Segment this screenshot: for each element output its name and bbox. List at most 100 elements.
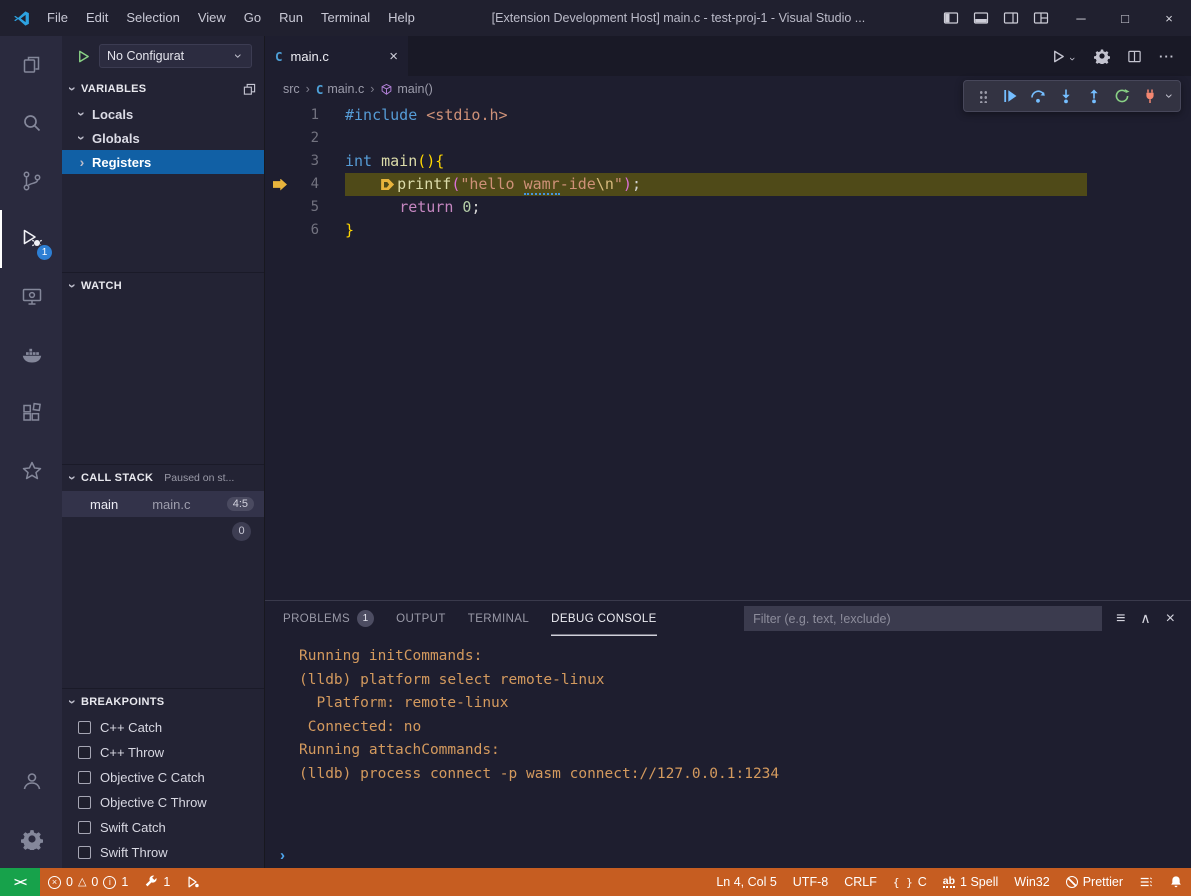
menu-edit[interactable]: Edit bbox=[77, 5, 117, 31]
tab-close-icon[interactable]: × bbox=[389, 49, 398, 64]
chevron-right-icon: › bbox=[77, 157, 87, 167]
run-and-debug-icon[interactable]: 1 bbox=[0, 210, 62, 268]
debug-configuration-dropdown[interactable]: No Configurat › bbox=[99, 44, 252, 68]
panel-tab-output[interactable]: OUTPUT bbox=[396, 601, 446, 636]
glyph-margin[interactable] bbox=[265, 150, 295, 173]
extensions-icon[interactable] bbox=[0, 384, 62, 442]
menu-go[interactable]: Go bbox=[235, 5, 270, 31]
breadcrumb-folder[interactable]: src bbox=[283, 82, 300, 96]
call-stack-header[interactable]: › CALL STACK Paused on st... bbox=[62, 465, 264, 491]
accounts-icon[interactable] bbox=[0, 752, 62, 810]
explorer-icon[interactable] bbox=[0, 36, 62, 94]
glyph-margin[interactable] bbox=[265, 127, 295, 150]
tasks-status[interactable]: 1 bbox=[136, 868, 178, 896]
glyph-margin[interactable] bbox=[265, 196, 295, 219]
problems-status[interactable]: × 0 △ 0 i 1 bbox=[40, 868, 136, 896]
breakpoint-checkbox[interactable] bbox=[78, 721, 91, 734]
toggle-sidebar-icon[interactable] bbox=[943, 10, 959, 26]
variables-item-locals[interactable]: › Locals bbox=[62, 102, 264, 126]
variables-header[interactable]: › VARIABLES bbox=[62, 76, 264, 102]
restart-icon[interactable] bbox=[1109, 83, 1135, 109]
disconnect-icon[interactable] bbox=[1137, 83, 1163, 109]
panel-tab-problems[interactable]: PROBLEMS1 bbox=[283, 601, 374, 636]
split-editor-icon[interactable] bbox=[1127, 49, 1142, 64]
panel-filter-lines-icon[interactable]: ≡ bbox=[1116, 610, 1125, 628]
toggle-panel-icon[interactable] bbox=[973, 10, 989, 26]
breakpoint-item[interactable]: Objective C Catch bbox=[62, 765, 264, 790]
encoding-indicator[interactable]: UTF-8 bbox=[785, 868, 836, 896]
code-editor[interactable]: 1#include <stdio.h>23int main(){4 printf… bbox=[265, 102, 1191, 600]
breakpoint-checkbox[interactable] bbox=[78, 796, 91, 809]
panel-maximize-icon[interactable]: ∧ bbox=[1140, 610, 1150, 627]
step-into-icon[interactable] bbox=[1053, 83, 1079, 109]
settings-gear-icon[interactable] bbox=[0, 810, 62, 868]
breakpoints-header[interactable]: › BREAKPOINTS bbox=[62, 689, 264, 715]
panel-tab-debug-console[interactable]: DEBUG CONSOLE bbox=[551, 601, 657, 636]
step-over-icon[interactable] bbox=[1025, 83, 1051, 109]
remote-indicator[interactable]: >< bbox=[0, 868, 40, 896]
docker-icon[interactable] bbox=[0, 326, 62, 384]
breakpoint-item[interactable]: C++ Throw bbox=[62, 740, 264, 765]
cursor-position[interactable]: Ln 4, Col 5 bbox=[708, 868, 784, 896]
star-icon[interactable] bbox=[0, 442, 62, 500]
close-button[interactable]: × bbox=[1147, 0, 1191, 36]
debug-console-input[interactable]: › bbox=[265, 842, 1191, 868]
panel-close-icon[interactable]: × bbox=[1166, 610, 1175, 628]
spell-checker-status[interactable]: ab 1 Spell bbox=[935, 868, 1007, 896]
breakpoint-checkbox[interactable] bbox=[78, 821, 91, 834]
glyph-margin[interactable] bbox=[265, 219, 295, 242]
menu-selection[interactable]: Selection bbox=[117, 5, 188, 31]
eol-indicator[interactable]: CRLF bbox=[836, 868, 885, 896]
search-icon[interactable] bbox=[0, 94, 62, 152]
stack-frame-row[interactable]: main main.c 4:5 bbox=[62, 491, 264, 517]
formatter-status[interactable]: Prettier bbox=[1058, 868, 1131, 896]
debug-status-icon[interactable] bbox=[178, 868, 208, 896]
watch-header[interactable]: › WATCH bbox=[62, 273, 264, 299]
variables-item-globals[interactable]: › Globals bbox=[62, 126, 264, 150]
menu-view[interactable]: View bbox=[189, 5, 235, 31]
code-line-3[interactable]: 3int main(){ bbox=[265, 150, 1191, 173]
platform-indicator[interactable]: Win32 bbox=[1006, 868, 1057, 896]
remote-explorer-icon[interactable] bbox=[0, 268, 62, 326]
breakpoint-checkbox[interactable] bbox=[78, 771, 91, 784]
code-line-2[interactable]: 2 bbox=[265, 127, 1191, 150]
more-actions-icon[interactable]: ··· bbox=[1159, 49, 1175, 64]
breakpoint-item[interactable]: Swift Catch bbox=[62, 815, 264, 840]
editor-settings-gear-icon[interactable] bbox=[1094, 48, 1110, 64]
code-line-6[interactable]: 6} bbox=[265, 219, 1191, 242]
console-filter-input[interactable] bbox=[744, 606, 1102, 631]
breadcrumb-symbol[interactable]: main() bbox=[380, 82, 432, 96]
code-line-5[interactable]: 5 return 0; bbox=[265, 196, 1191, 219]
panel-tab-terminal[interactable]: TERMINAL bbox=[468, 601, 529, 636]
breakpoint-checkbox[interactable] bbox=[78, 846, 91, 859]
menu-run[interactable]: Run bbox=[270, 5, 312, 31]
menu-file[interactable]: File bbox=[38, 5, 77, 31]
variables-view-icon[interactable] bbox=[243, 83, 256, 96]
glyph-margin[interactable] bbox=[265, 104, 295, 127]
step-out-icon[interactable] bbox=[1081, 83, 1107, 109]
breakpoint-item[interactable]: C++ Catch bbox=[62, 715, 264, 740]
breakpoint-checkbox[interactable] bbox=[78, 746, 91, 759]
glyph-margin[interactable] bbox=[265, 173, 295, 196]
language-indicator[interactable]: { } C bbox=[885, 868, 935, 896]
continue-icon[interactable] bbox=[997, 83, 1023, 109]
tab-main-c[interactable]: C main.c × bbox=[265, 36, 408, 76]
menu-terminal[interactable]: Terminal bbox=[312, 5, 379, 31]
toolbar-drag-handle[interactable] bbox=[969, 83, 995, 109]
source-control-icon[interactable] bbox=[0, 152, 62, 210]
customize-layout-icon[interactable] bbox=[1033, 10, 1049, 26]
start-debugging-icon[interactable] bbox=[76, 49, 91, 64]
breakpoint-item[interactable]: Swift Throw bbox=[62, 840, 264, 865]
variables-item-registers[interactable]: › Registers bbox=[62, 150, 264, 174]
tasklist-status-icon[interactable] bbox=[1131, 868, 1161, 896]
minimize-button[interactable]: ─ bbox=[1059, 0, 1103, 36]
code-line-4[interactable]: 4 printf("hello wamr-ide\n"); bbox=[265, 173, 1191, 196]
notifications-bell-icon[interactable] bbox=[1161, 868, 1191, 896]
breakpoint-item[interactable]: Objective C Throw bbox=[62, 790, 264, 815]
maximize-button[interactable]: □ bbox=[1103, 0, 1147, 36]
toggle-secondary-sidebar-icon[interactable] bbox=[1003, 10, 1019, 26]
menu-help[interactable]: Help bbox=[379, 5, 424, 31]
breadcrumb-file[interactable]: C main.c bbox=[316, 82, 364, 97]
run-file-icon[interactable]: › bbox=[1051, 49, 1077, 64]
debug-toolbar-chevron-icon[interactable]: › bbox=[1165, 91, 1175, 101]
